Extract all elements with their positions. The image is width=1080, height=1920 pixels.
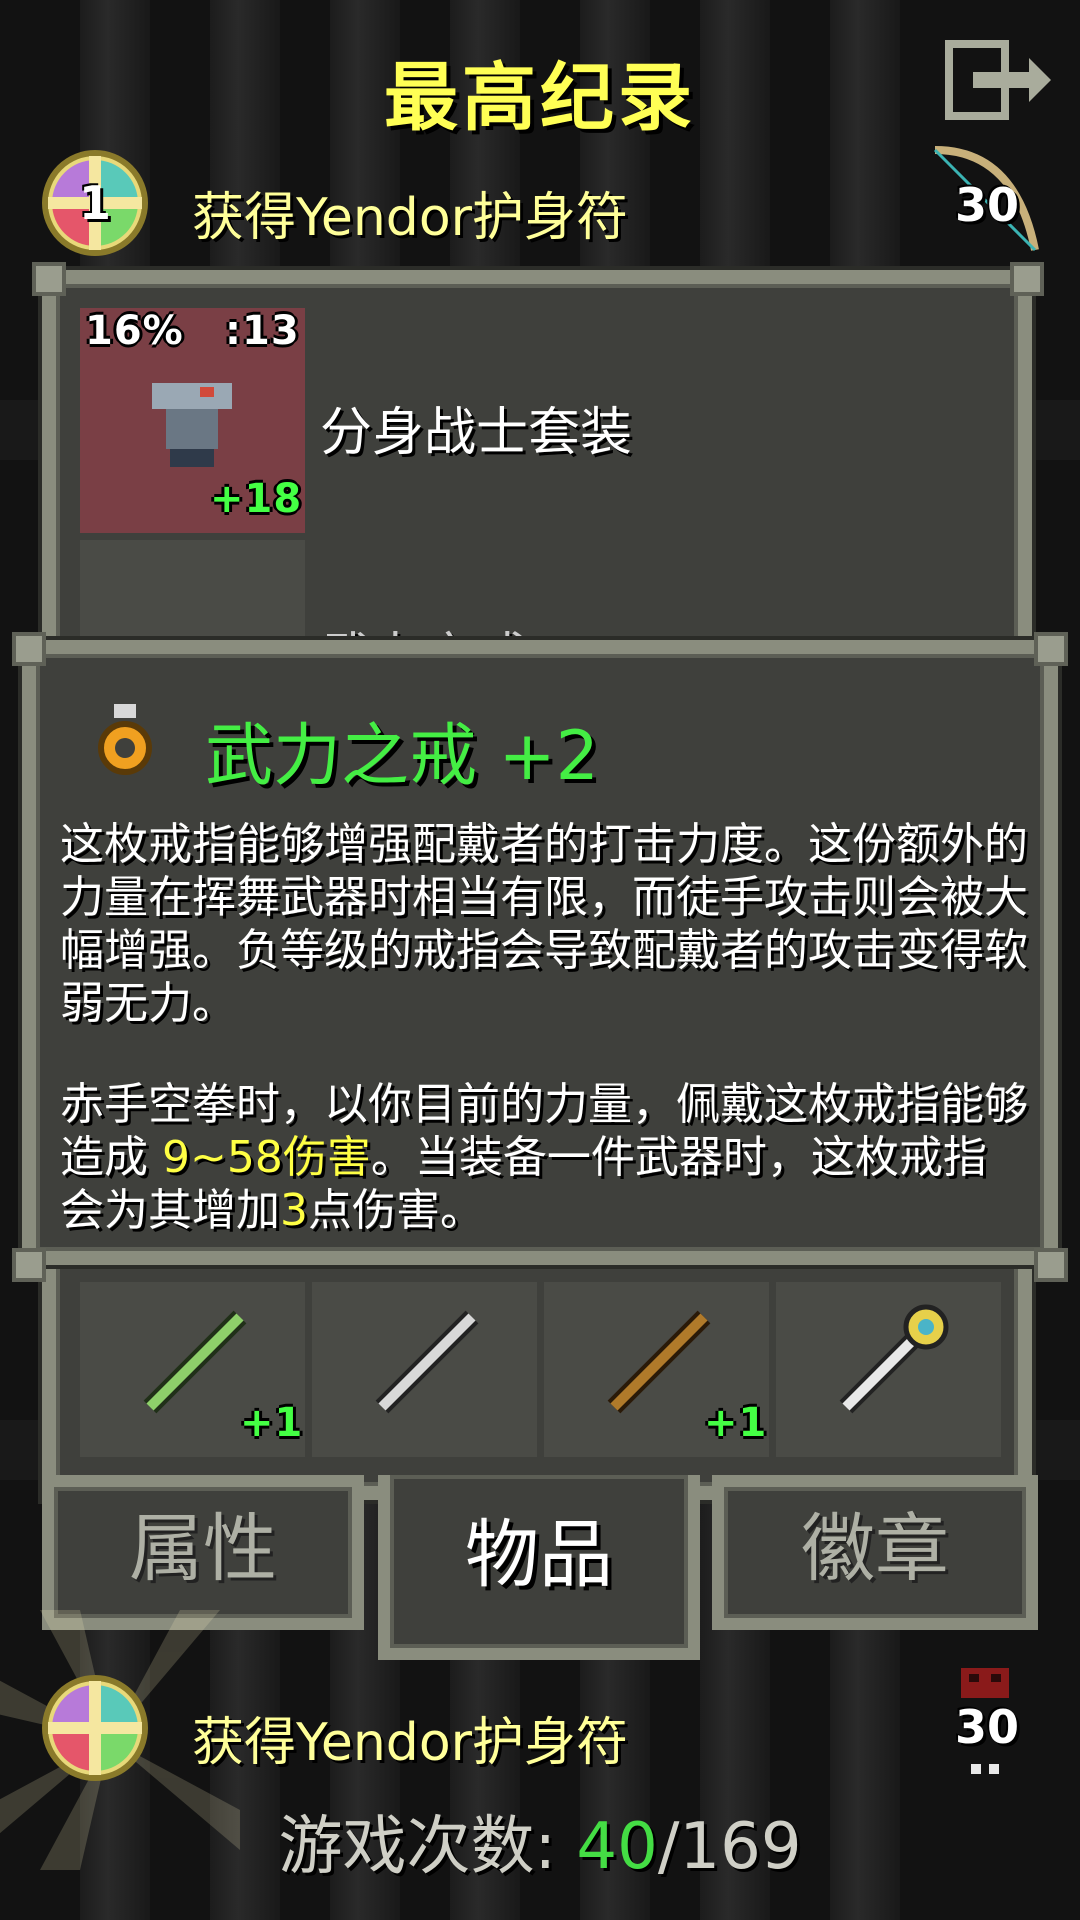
panel-corner (1010, 262, 1044, 296)
record-text: 获得Yendor护身符 (192, 188, 629, 248)
panel-corner (12, 632, 46, 666)
wand-wood-icon (607, 1310, 711, 1414)
wand-silver-icon (375, 1310, 479, 1414)
tier-label: :13 (225, 308, 300, 354)
rank-badge (40, 1673, 150, 1783)
games-played: 游戏次数: 40/169 (278, 1810, 802, 1884)
tooltip-description: 这枚戒指能够增强配戴者的打击力度。这份额外的力量在挥舞武器时相当有限，而徒手攻击… (60, 819, 1028, 1029)
games-current: 40 (576, 1810, 658, 1884)
amulet-icon (42, 1675, 148, 1781)
exit-icon[interactable] (945, 40, 1055, 120)
panel-corner (1034, 632, 1068, 666)
item-slot[interactable]: +1 (544, 1282, 769, 1457)
item-name[interactable]: 分身战士套装 (320, 390, 632, 465)
games-total: 169 (679, 1810, 802, 1884)
tab-items[interactable]: 物品 (378, 1475, 700, 1660)
item-slot[interactable] (312, 1282, 537, 1457)
ring-icon (98, 704, 152, 775)
durability-label: 16% (85, 308, 184, 354)
item-slot[interactable]: +1 (80, 1282, 305, 1457)
item-slot[interactable]: 16% :13 +18 (80, 308, 305, 533)
item-slot[interactable] (776, 1282, 1001, 1457)
upgrade-label: +18 (210, 476, 303, 522)
panel-corner (1034, 1248, 1068, 1282)
wand-green-icon (143, 1310, 247, 1414)
rank-number: 1 (78, 176, 111, 230)
panel-corner (12, 1248, 46, 1282)
record-text: 获得Yendor护身符 (192, 1713, 629, 1773)
item-slot[interactable] (80, 540, 305, 640)
page-title: 最高纪录 (384, 55, 696, 141)
staff-gold-icon (839, 1304, 949, 1414)
tab-stats[interactable]: 属性 (42, 1475, 364, 1630)
level-number: 30 (955, 1700, 1020, 1754)
armor-icon (152, 383, 232, 467)
rank-badge: 1 (40, 148, 150, 258)
tab-badges[interactable]: 徽章 (712, 1475, 1038, 1630)
upgrade-label: +1 (240, 1400, 304, 1446)
panel-corner (32, 262, 66, 296)
tooltip-title: 武力之戒 +2 (205, 717, 599, 796)
bonus-damage: 3 (280, 1185, 308, 1236)
tooltip-effect: 赤手空拳时，以你目前的力量，佩戴这枚戒指能够造成 9~58伤害。当装备一件武器时… (60, 1079, 1028, 1236)
level-number: 30 (955, 178, 1020, 232)
damage-range: 9~58伤害 (162, 1132, 371, 1183)
upgrade-label: +1 (704, 1400, 768, 1446)
